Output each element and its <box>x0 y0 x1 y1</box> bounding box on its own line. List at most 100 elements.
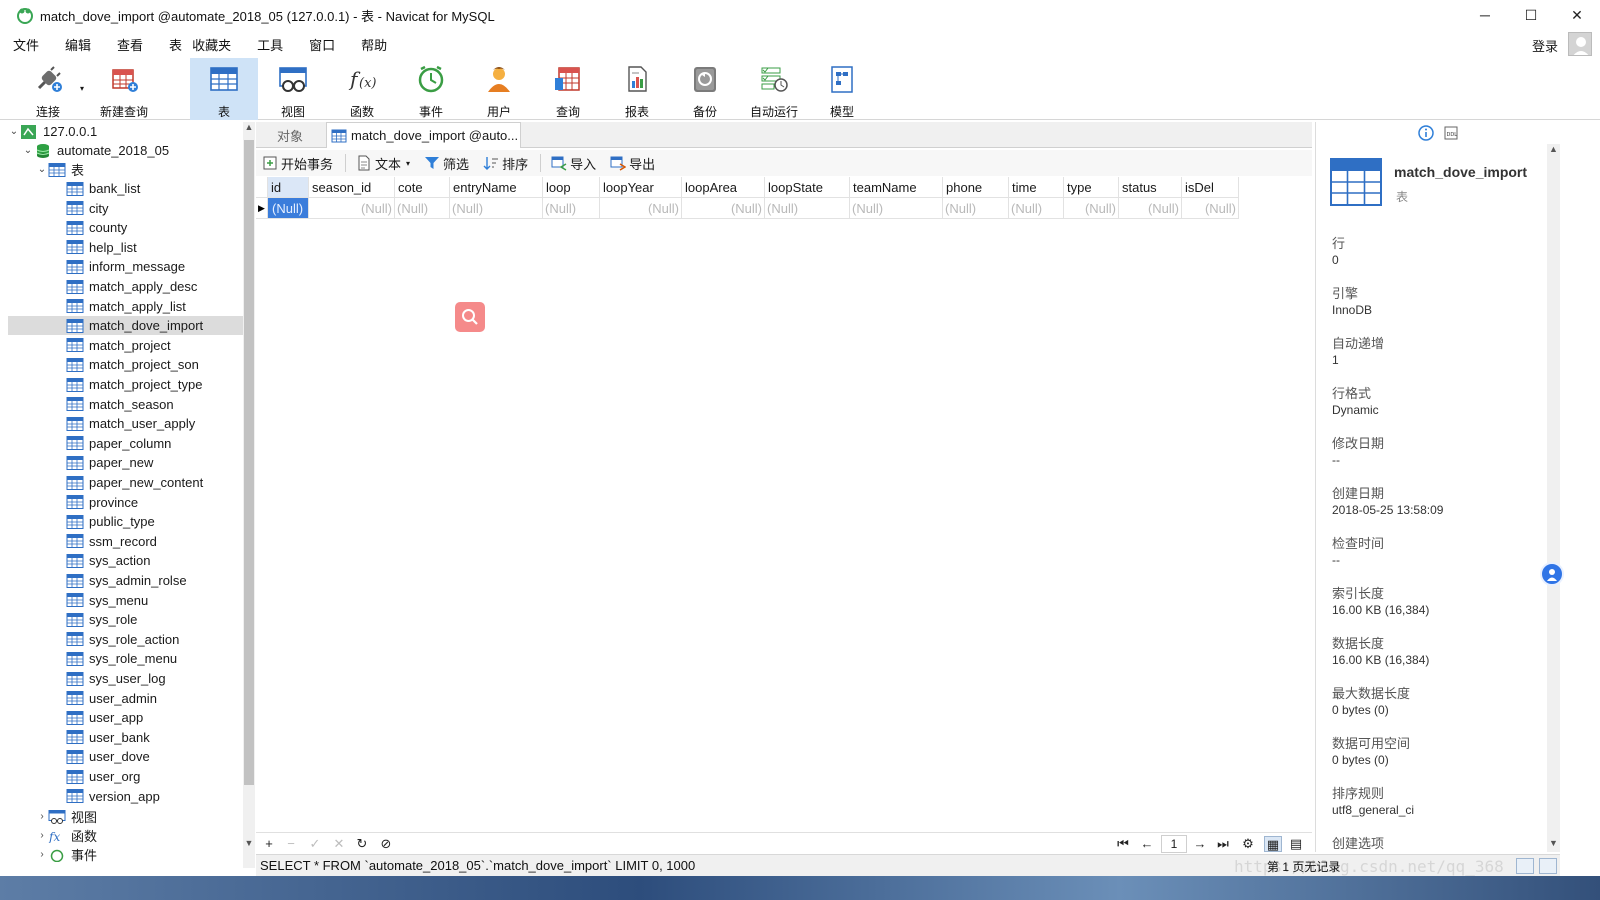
info-icon[interactable] <box>1418 125 1434 141</box>
tree-table-item[interactable]: match_apply_list <box>8 297 243 316</box>
toolbar-user[interactable]: 用户 <box>476 58 522 120</box>
discard-changes-icon[interactable]: ✕ <box>330 836 348 852</box>
grid-cell-entryName[interactable]: (Null) <box>450 198 543 219</box>
tree-table-item[interactable]: version_app <box>8 787 243 806</box>
column-header-id[interactable]: id <box>268 177 309 198</box>
tree-table-item[interactable]: sys_role <box>8 610 243 629</box>
tree-scrollbar[interactable]: ▲ ▼ <box>243 122 255 868</box>
column-header-season_id[interactable]: season_id <box>309 177 395 198</box>
grid-cell-type[interactable]: (Null) <box>1064 198 1119 219</box>
tree-table-item[interactable]: bank_list <box>8 179 243 198</box>
grid-cell-teamName[interactable]: (Null) <box>850 198 943 219</box>
tree-table-item[interactable]: inform_message <box>8 257 243 276</box>
last-page-icon[interactable]: ⏭ <box>1214 836 1232 852</box>
grid-cell-cote[interactable]: (Null) <box>395 198 450 219</box>
tree-table-item[interactable]: match_dove_import <box>8 316 243 336</box>
current-row-marker-icon[interactable]: ▶ <box>256 198 268 219</box>
scroll-up-icon[interactable]: ▲ <box>1547 144 1560 158</box>
tree-table-item[interactable]: user_org <box>8 767 243 786</box>
toolbar-event[interactable]: 事件 <box>408 58 454 120</box>
menu-help[interactable]: 帮助 <box>348 35 400 54</box>
scroll-thumb[interactable] <box>244 140 254 785</box>
tab-table-data[interactable]: match_dove_import @auto... <box>326 122 521 148</box>
tree-table-item[interactable]: sys_user_log <box>8 669 243 688</box>
toolbar-automation[interactable]: 自动运行 <box>746 58 802 120</box>
grid-cell-time[interactable]: (Null) <box>1009 198 1064 219</box>
avatar[interactable] <box>1568 32 1592 56</box>
scroll-down-icon[interactable]: ▼ <box>243 838 255 852</box>
expand-arrow-icon[interactable]: ⌄ <box>36 164 48 175</box>
maximize-button[interactable]: ☐ <box>1508 0 1554 30</box>
connect-dropdown-icon[interactable]: ▾ <box>80 84 84 93</box>
delete-record-icon[interactable]: − <box>282 836 300 852</box>
grid-cell-isDel[interactable]: (Null) <box>1182 198 1239 219</box>
column-header-type[interactable]: type <box>1064 177 1119 198</box>
column-header-teamName[interactable]: teamName <box>850 177 943 198</box>
expand-arrow-icon[interactable]: ⌄ <box>22 145 34 156</box>
grid-cell-status[interactable]: (Null) <box>1119 198 1182 219</box>
grid-cell-phone[interactable]: (Null) <box>943 198 1009 219</box>
toolbar-view[interactable]: 视图 <box>270 58 316 120</box>
column-header-time[interactable]: time <box>1009 177 1064 198</box>
tree-table-item[interactable]: paper_column <box>8 434 243 453</box>
tree-table-item[interactable]: sys_menu <box>8 591 243 610</box>
page-number-input[interactable]: 1 <box>1161 835 1187 853</box>
column-header-loopState[interactable]: loopState <box>765 177 850 198</box>
begin-transaction-button[interactable]: 开始事务 <box>262 154 333 173</box>
column-header-cote[interactable]: cote <box>395 177 450 198</box>
tree-functions-group[interactable]: › fx 函数 <box>8 826 243 845</box>
toolbar-backup[interactable]: 备份 <box>682 58 728 120</box>
tree-table-item[interactable]: user_dove <box>8 747 243 766</box>
column-header-phone[interactable]: phone <box>943 177 1009 198</box>
tree-table-item[interactable]: match_season <box>8 395 243 414</box>
column-header-loopYear[interactable]: loopYear <box>600 177 682 198</box>
toolbar-model[interactable]: 模型 <box>819 58 865 120</box>
tree-table-item[interactable]: match_apply_desc <box>8 277 243 296</box>
tree-database[interactable]: ⌄ automate_2018_05 <box>8 141 243 160</box>
tree-table-item[interactable]: paper_new_content <box>8 473 243 492</box>
first-page-icon[interactable]: ⏮ <box>1114 836 1132 852</box>
sort-button[interactable]: 排序 <box>483 154 528 173</box>
tree-connection[interactable]: ⌄ 127.0.0.1 <box>8 122 243 141</box>
menu-favorites[interactable]: 收藏夹 <box>188 35 244 54</box>
tree-views-group[interactable]: › 视图 <box>8 807 243 826</box>
grid-cell-loop[interactable]: (Null) <box>543 198 600 219</box>
expand-arrow-icon[interactable]: ⌄ <box>8 126 20 137</box>
toolbar-report[interactable]: 报表 <box>614 58 660 120</box>
tree-table-item[interactable]: user_admin <box>8 689 243 708</box>
menu-window[interactable]: 窗口 <box>296 35 348 54</box>
grid-cell-id[interactable]: (Null) <box>268 198 309 219</box>
toggle-right-pane-icon[interactable] <box>1539 858 1557 874</box>
tree-events-group[interactable]: › 事件 <box>8 845 243 864</box>
collapse-arrow-icon[interactable]: › <box>36 811 48 822</box>
menu-tools[interactable]: 工具 <box>244 35 296 54</box>
tree-table-item[interactable]: sys_admin_rolse <box>8 571 243 590</box>
gear-icon[interactable]: ⚙ <box>1239 836 1257 852</box>
column-header-loop[interactable]: loop <box>543 177 600 198</box>
import-button[interactable]: 导入 <box>551 154 596 173</box>
collapse-arrow-icon[interactable]: › <box>36 830 48 841</box>
toggle-left-pane-icon[interactable] <box>1516 858 1534 874</box>
close-button[interactable]: ✕ <box>1554 0 1600 30</box>
tree-table-item[interactable]: sys_role_menu <box>8 649 243 668</box>
filter-button[interactable]: 筛选 <box>424 154 469 173</box>
menu-file[interactable]: 文件 <box>0 35 52 54</box>
apply-changes-icon[interactable]: ✓ <box>306 836 324 852</box>
grid-cell-loopYear[interactable]: (Null) <box>600 198 682 219</box>
tree-table-item[interactable]: county <box>8 218 243 237</box>
table-row[interactable]: ▶ (Null) (Null) (Null) (Null) (Null) (Null) (Nu… <box>256 198 1239 219</box>
add-record-icon[interactable]: + <box>260 836 278 852</box>
tree-tables-group[interactable]: ⌄ 表 <box>8 160 243 179</box>
export-button[interactable]: 导出 <box>610 154 655 173</box>
tree-table-item[interactable]: user_bank <box>8 728 243 747</box>
menu-view[interactable]: 查看 <box>104 35 156 54</box>
toolbar-query[interactable]: 查询 <box>545 58 591 120</box>
tree-table-item[interactable]: match_project_type <box>8 375 243 394</box>
collapse-arrow-icon[interactable]: › <box>36 849 48 860</box>
tree-table-item[interactable]: sys_role_action <box>8 630 243 649</box>
tree-table-item[interactable]: province <box>8 493 243 512</box>
text-button[interactable]: 文本 ▾ <box>356 154 410 173</box>
menu-edit[interactable]: 编辑 <box>52 35 104 54</box>
tree-table-item[interactable]: paper_new <box>8 453 243 472</box>
grid-cell-loopState[interactable]: (Null) <box>765 198 850 219</box>
